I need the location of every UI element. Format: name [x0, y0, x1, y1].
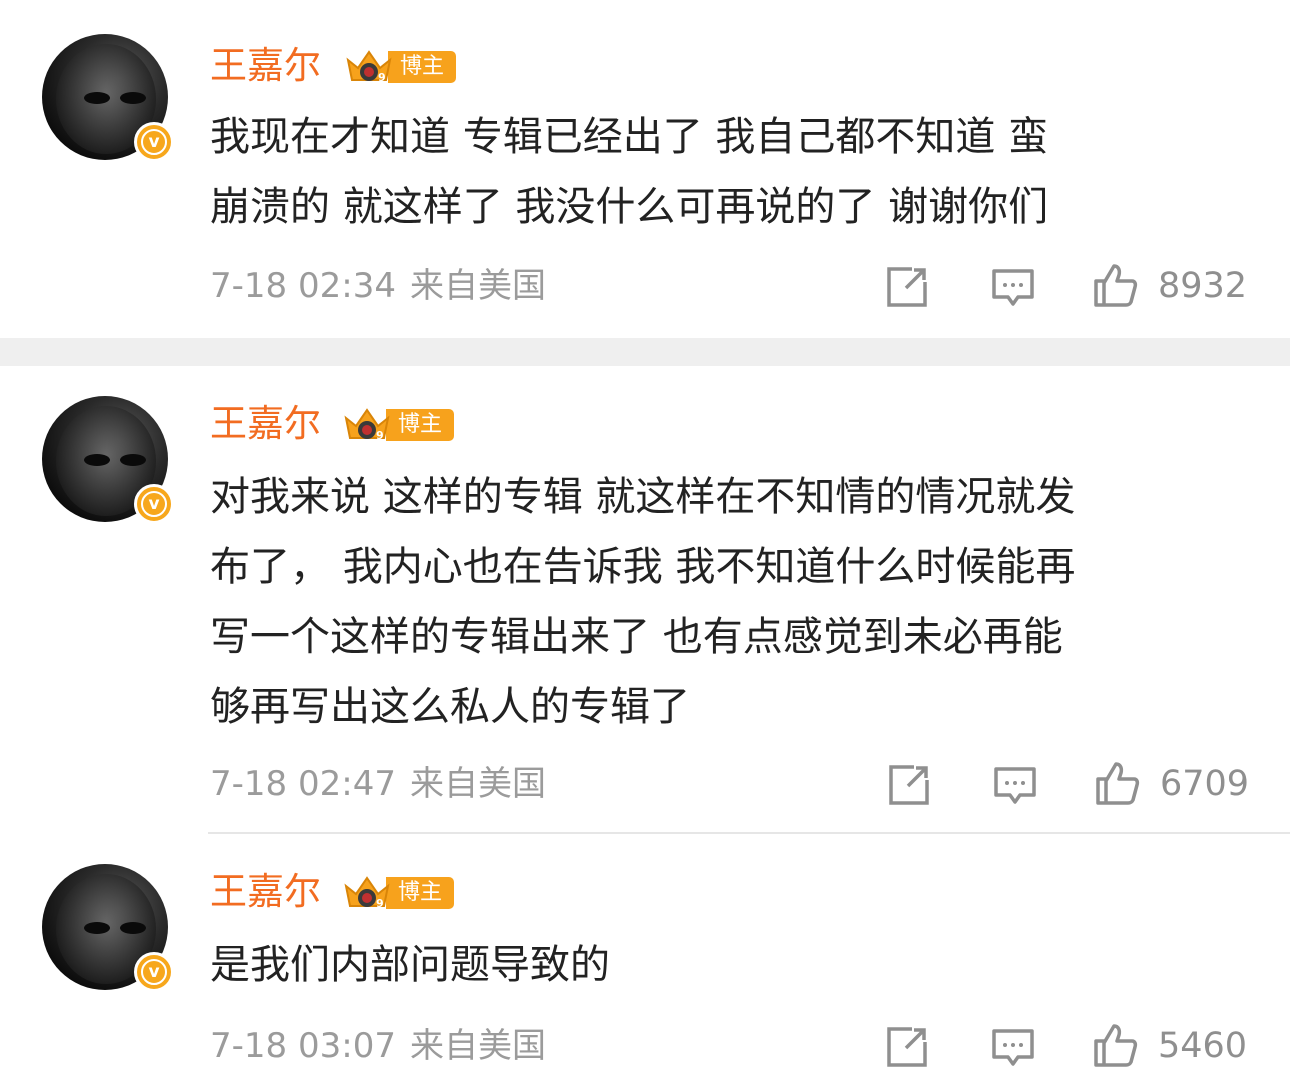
comment-source: 来自美国: [409, 1026, 546, 1066]
comment-text: 我现在才知道 专辑已经出了 我自己都不知道 蛮 崩溃的 就这样了 我没什么可再说…: [210, 114, 1049, 230]
comment-icon[interactable]: [990, 264, 1036, 310]
comment-text: 是我们内部问题导致的: [210, 942, 610, 988]
comment-icon[interactable]: [990, 1024, 1036, 1070]
blogger-tag: 博主: [386, 877, 455, 909]
section-divider: [0, 338, 1290, 366]
verified-badge-icon: v: [134, 952, 174, 992]
like-count: 8932: [1158, 266, 1248, 306]
author-name[interactable]: 王嘉尔: [210, 870, 321, 914]
comment-date: 7-18 02:34: [210, 266, 396, 306]
comment-date: 7-18 02:47: [210, 764, 396, 804]
comment-icon[interactable]: [992, 762, 1038, 808]
like-count: 6709: [1160, 764, 1250, 804]
like-icon[interactable]: [1094, 760, 1140, 806]
comment-item: v 王嘉尔 9 博主 是我们内部问题导致的 7-18 03:07 来自美国 546…: [0, 834, 1290, 1088]
like-icon[interactable]: [1092, 262, 1138, 308]
like-icon[interactable]: [1092, 1022, 1138, 1068]
avatar-eye: [84, 92, 110, 104]
avatar[interactable]: v: [42, 396, 174, 524]
avatar-eye: [120, 454, 146, 466]
verified-badge-icon: v: [134, 484, 174, 524]
avatar-eye: [120, 922, 146, 934]
avatar-eye: [84, 454, 110, 466]
blogger-tag: 博主: [388, 51, 457, 83]
comment-source: 来自美国: [409, 266, 546, 306]
comment-meta: 7-18 02:34 来自美国: [210, 266, 546, 306]
author-name[interactable]: 王嘉尔: [210, 44, 321, 88]
crown-icon: 9: [344, 408, 390, 442]
comment-meta: 7-18 02:47 来自美国: [210, 764, 546, 804]
svg-text:9: 9: [376, 897, 384, 910]
svg-text:9: 9: [378, 71, 386, 84]
share-icon[interactable]: [884, 264, 930, 310]
comment-source: 来自美国: [409, 764, 546, 804]
comment-text: 对我来说 这样的专辑 就这样在不知情的情况就发 布了， 我内心也在告诉我 我不知…: [210, 474, 1076, 730]
verified-badge-icon: v: [134, 122, 174, 162]
share-icon[interactable]: [884, 1024, 930, 1070]
blogger-badge: 9 博主: [342, 876, 455, 910]
crown-icon: 9: [344, 876, 390, 910]
crown-icon: 9: [346, 50, 392, 84]
share-icon[interactable]: [886, 762, 932, 808]
comment-date: 7-18 03:07: [210, 1026, 396, 1066]
blogger-tag: 博主: [386, 409, 455, 441]
comment-item: v 王嘉尔 9 博主 对我来说 这样的专辑 就这样在不知情的情况就发 布了， 我…: [0, 366, 1290, 832]
avatar-eye: [120, 92, 146, 104]
comment-meta: 7-18 03:07 来自美国: [210, 1026, 546, 1066]
like-count: 5460: [1158, 1026, 1248, 1066]
svg-text:9: 9: [376, 429, 384, 442]
avatar[interactable]: v: [42, 34, 174, 162]
blogger-badge: 9 博主: [344, 50, 457, 84]
blogger-badge: 9 博主: [342, 408, 455, 442]
avatar-eye: [84, 922, 110, 934]
comment-item: v 王嘉尔 9 博主 我现在才知道 专辑已经出了 我自己都不知道 蛮 崩溃的 就…: [0, 0, 1290, 338]
author-name[interactable]: 王嘉尔: [210, 402, 321, 446]
avatar[interactable]: v: [42, 864, 174, 992]
